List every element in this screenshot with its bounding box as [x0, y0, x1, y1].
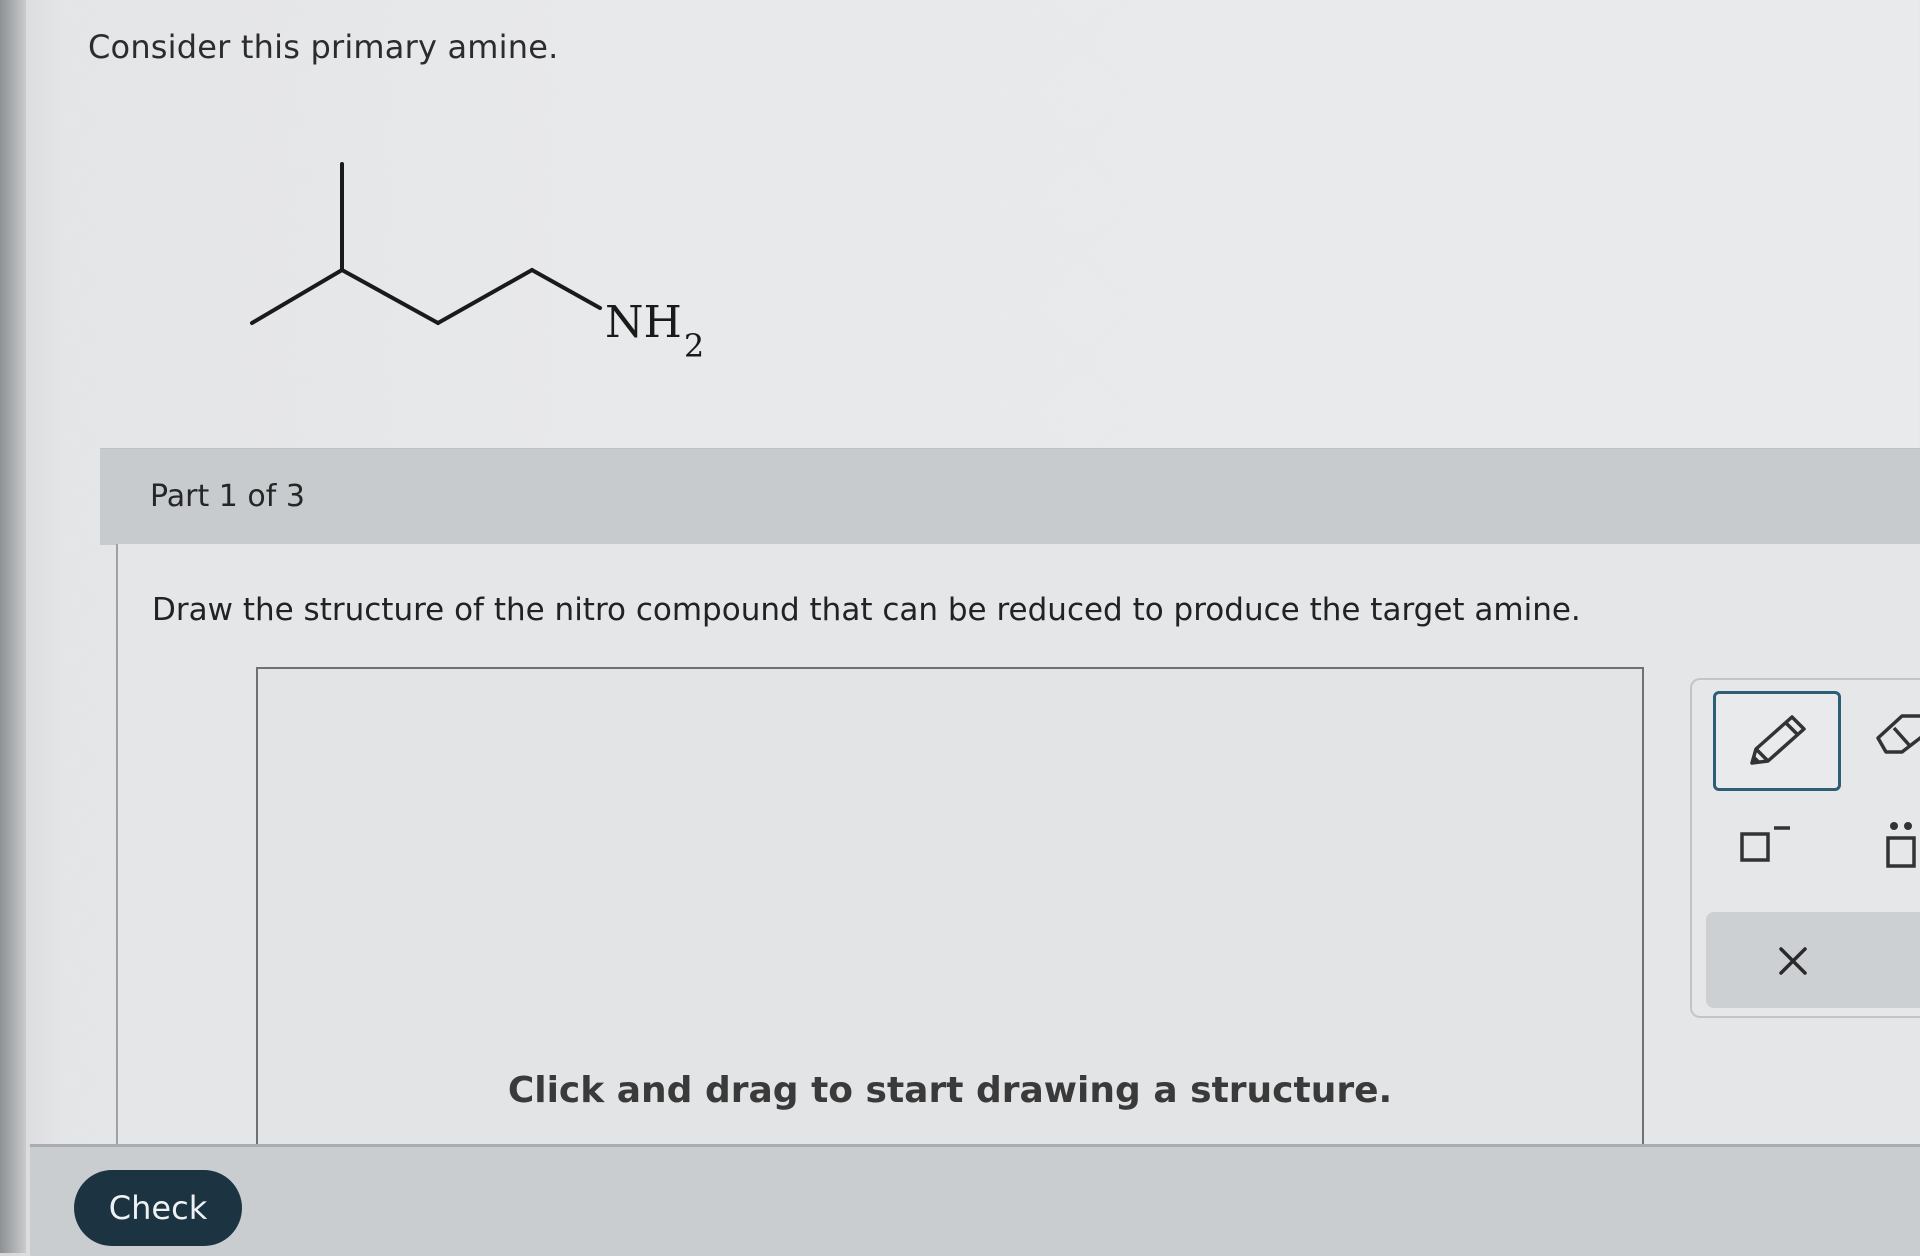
eraser-icon	[1876, 714, 1920, 754]
close-icon	[1779, 947, 1807, 975]
question-prompt: Consider this primary amine.	[88, 28, 559, 66]
delete-tool-button[interactable]	[1776, 944, 1810, 982]
charge-icon	[1740, 826, 1790, 862]
pencil-tool-button[interactable]	[1713, 691, 1841, 791]
eraser-tool-button[interactable]	[1872, 708, 1920, 762]
check-button[interactable]: Check	[74, 1170, 242, 1246]
part-label: Part 1 of 3	[150, 479, 305, 514]
bond-c4-n	[530, 268, 602, 310]
bond-methyl-left	[250, 268, 344, 325]
part-header: Part 1 of 3	[100, 448, 1920, 545]
bottom-bar	[30, 1144, 1920, 1256]
screen-edge	[0, 0, 26, 1253]
drawing-toolbar	[1690, 678, 1920, 1018]
drawing-canvas[interactable]: Click and drag to start drawing a struct…	[256, 667, 1644, 1169]
delete-tool-row	[1706, 912, 1920, 1008]
canvas-hint: Click and drag to start drawing a struct…	[507, 1070, 1393, 1111]
amine-subscript: 2	[684, 327, 704, 365]
lone-pair-icon	[1886, 822, 1916, 868]
amine-label: NH2	[605, 297, 704, 365]
amine-structure: NH2	[250, 162, 704, 365]
bond-c2-c3	[340, 268, 440, 325]
lone-pair-tool-button[interactable]	[1880, 820, 1920, 878]
bond-c3-c4	[436, 268, 534, 325]
pencil-icon	[1750, 715, 1806, 765]
charge-tool-button[interactable]	[1738, 820, 1798, 874]
part-instruction: Draw the structure of the nitro compound…	[152, 592, 1581, 628]
